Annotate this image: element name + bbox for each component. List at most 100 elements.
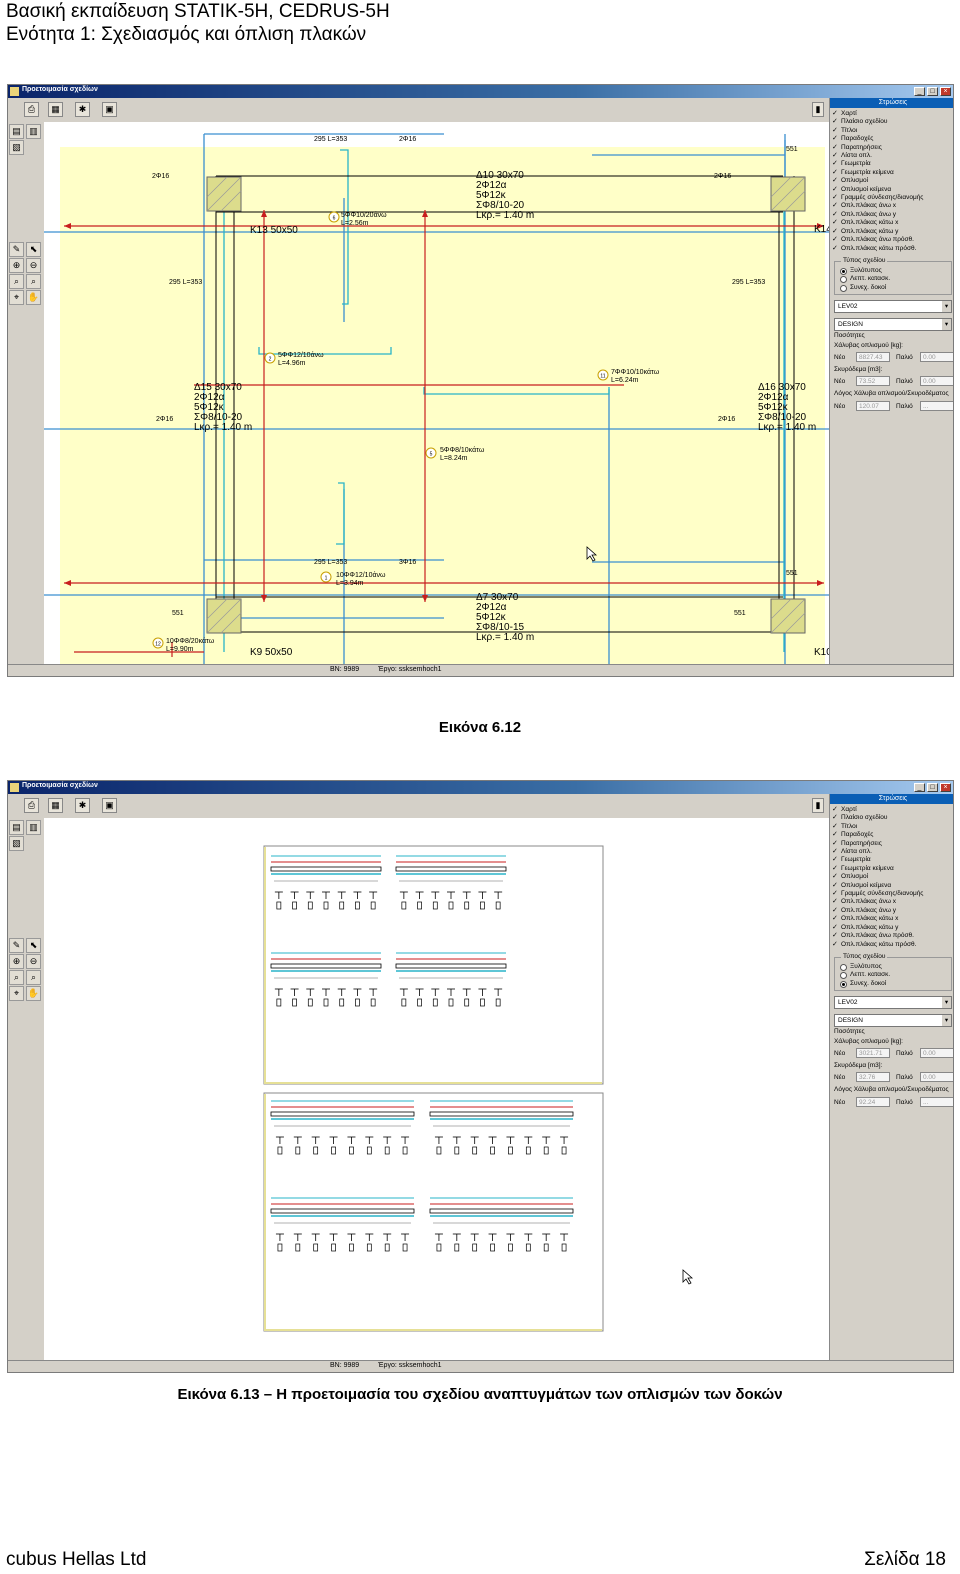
table-edit-icon[interactable]: ▦ xyxy=(48,798,63,813)
layer-item[interactable]: Παρατηρήσεις xyxy=(830,840,953,849)
settings-icon[interactable]: ✱ xyxy=(75,798,90,813)
panel-title: Στρώσεις xyxy=(830,794,953,804)
layer-item[interactable]: Πλαίσιο σχεδίου xyxy=(830,118,953,127)
panel-toggle-icon[interactable]: ▮ xyxy=(812,798,824,813)
left-toolbox: ▤ ▥ ▧ ✎ ⬉ ⊕ ⊖ ⌕ ⌕ ⌖ ✋ xyxy=(8,818,44,1361)
layer-item[interactable]: Οπλισμοί κείμενα xyxy=(830,882,953,891)
layer-item[interactable]: Οπλ.πλάκας κάτω x xyxy=(830,219,953,228)
minimize-button[interactable]: _ xyxy=(914,783,925,792)
status-bar: BN: 9989 Έργο: ssksemhoch1 xyxy=(8,1360,953,1372)
save-icon[interactable]: ▤ xyxy=(9,124,24,139)
panel-toggle-icon[interactable]: ▮ xyxy=(812,102,824,117)
zoom-prev-icon[interactable]: ⌖ xyxy=(9,290,24,305)
status-project: Έργο: ssksemhoch1 xyxy=(378,1362,442,1369)
steel-old-field: 0.00 xyxy=(920,351,953,362)
figure-caption-1: Εικόνα 6.12 xyxy=(438,719,522,736)
copy-icon[interactable]: ▧ xyxy=(9,836,24,851)
layer-item[interactable]: Γεωμετρία xyxy=(830,160,953,169)
layer-item[interactable]: Οπλ.πλάκας άνω x xyxy=(830,202,953,211)
select-icon[interactable]: ⬉ xyxy=(26,242,41,257)
zoom-in-icon[interactable]: ⊕ xyxy=(9,954,24,969)
layer-item[interactable]: Οπλ.πλάκας κάτω πρόσθ. xyxy=(830,245,953,254)
zoom-window-icon[interactable]: ⌕ xyxy=(9,970,24,985)
layer-item[interactable]: Οπλισμοί κείμενα xyxy=(830,186,953,195)
print-preview-icon[interactable]: ▥ xyxy=(26,820,41,835)
close-button[interactable]: × xyxy=(940,783,951,792)
ratio-row: Νέο 92.24 Παλιό ... xyxy=(834,1096,953,1110)
select-icon[interactable]: ⬉ xyxy=(26,938,41,953)
bar-label: L=6.24m xyxy=(611,377,639,384)
layer-item[interactable]: Οπλ.πλάκας κάτω y xyxy=(830,924,953,933)
layer-item[interactable]: Τίτλοι xyxy=(830,823,953,832)
maximize-button[interactable]: □ xyxy=(927,87,938,96)
zoom-out-icon[interactable]: ⊖ xyxy=(26,954,41,969)
radio-detail[interactable]: Λεπτ. κατασκ. xyxy=(838,971,948,980)
level-select[interactable]: LEV02 xyxy=(834,300,952,314)
layer-item[interactable]: Οπλ.πλάκας κάτω x xyxy=(830,915,953,924)
print-icon[interactable]: ⎙ xyxy=(24,798,39,813)
dim-label: 2Φ16 xyxy=(714,173,731,180)
layer-item[interactable]: Γεωμετρία xyxy=(830,856,953,865)
layer-item[interactable]: Πλαίσιο σχεδίου xyxy=(830,814,953,823)
radio-formwork[interactable]: Ξυλότυπος xyxy=(838,963,948,972)
old-label: Παλιό xyxy=(896,1049,913,1057)
design-select[interactable]: DESIGN xyxy=(834,318,952,332)
old-label: Παλιό xyxy=(896,402,913,410)
new-label: Νέο xyxy=(834,1098,846,1106)
layer-item[interactable]: Παρατηρήσεις xyxy=(830,144,953,153)
dim-label: 2Φ16 xyxy=(718,416,735,423)
layer-item[interactable]: Οπλ.πλάκας άνω x xyxy=(830,898,953,907)
bar-label: L=9.90m xyxy=(166,646,194,653)
export-icon[interactable]: ▣ xyxy=(102,102,117,117)
print-icon[interactable]: ⎙ xyxy=(24,102,39,117)
beam-label: Lκρ.= 1.40 m xyxy=(194,422,252,433)
pan-hand-icon[interactable]: ✋ xyxy=(26,986,41,1001)
save-icon[interactable]: ▤ xyxy=(9,820,24,835)
zoom-window-icon[interactable]: ⌕ xyxy=(9,274,24,289)
pencil-icon[interactable]: ✎ xyxy=(9,242,24,257)
minimize-button[interactable]: _ xyxy=(914,87,925,96)
layer-item[interactable]: Τίτλοι xyxy=(830,127,953,136)
drawing-canvas[interactable] xyxy=(44,818,829,1361)
radio-formwork[interactable]: Ξυλότυπος xyxy=(838,267,948,276)
design-select[interactable]: DESIGN xyxy=(834,1014,952,1028)
zoom-prev-icon[interactable]: ⌖ xyxy=(9,986,24,1001)
layer-item[interactable]: Οπλ.πλάκας άνω πρόσθ. xyxy=(830,932,953,941)
pencil-icon[interactable]: ✎ xyxy=(9,938,24,953)
zoom-all-icon[interactable]: ⌕ xyxy=(26,970,41,985)
footer-page-number: Σελίδα 18 xyxy=(864,1549,946,1570)
radio-detail[interactable]: Λεπτ. κατασκ. xyxy=(838,275,948,284)
layer-item[interactable]: Οπλισμοί xyxy=(830,177,953,186)
radio-continuous-beams[interactable]: Συνεχ. δοκοί xyxy=(838,284,948,293)
print-preview-icon[interactable]: ▥ xyxy=(26,124,41,139)
layer-item[interactable]: Οπλισμοί xyxy=(830,873,953,882)
status-project: Έργο: ssksemhoch1 xyxy=(378,666,442,673)
layer-item[interactable]: Παραδοχές xyxy=(830,831,953,840)
zoom-in-icon[interactable]: ⊕ xyxy=(9,258,24,273)
zoom-out-icon[interactable]: ⊖ xyxy=(26,258,41,273)
layer-item[interactable]: Οπλ.πλάκας κάτω πρόσθ. xyxy=(830,941,953,950)
copy-icon[interactable]: ▧ xyxy=(9,140,24,155)
radio-continuous-beams[interactable]: Συνεχ. δοκοί xyxy=(838,980,948,989)
close-button[interactable]: × xyxy=(940,87,951,96)
layer-item[interactable]: Γεωμετρία κείμενα xyxy=(830,169,953,178)
ratio-label: Λόγος Χάλυβα οπλισμού/Σκυροδέματος xyxy=(834,390,949,398)
layer-item[interactable]: Παραδοχές xyxy=(830,135,953,144)
export-icon[interactable]: ▣ xyxy=(102,798,117,813)
layer-item[interactable]: Οπλ.πλάκας άνω πρόσθ. xyxy=(830,236,953,245)
bar-number: 11 xyxy=(600,374,605,380)
column-label: K10 xyxy=(814,647,829,658)
beam-elevation xyxy=(429,1208,574,1214)
zoom-all-icon[interactable]: ⌕ xyxy=(26,274,41,289)
new-label: Νέο xyxy=(834,1049,846,1057)
concrete-new-field: 32.76 xyxy=(856,1072,890,1083)
settings-icon[interactable]: ✱ xyxy=(75,102,90,117)
layer-item[interactable]: Γεωμετρία κείμενα xyxy=(830,865,953,874)
table-edit-icon[interactable]: ▦ xyxy=(48,102,63,117)
level-select[interactable]: LEV02 xyxy=(834,996,952,1010)
layer-item[interactable]: Οπλ.πλάκας κάτω y xyxy=(830,228,953,237)
maximize-button[interactable]: □ xyxy=(927,783,938,792)
pan-hand-icon[interactable]: ✋ xyxy=(26,290,41,305)
dim-label: 295 L=353 xyxy=(314,559,347,566)
drawing-canvas[interactable]: 6 2 11 5 1 12 295 L=353 2Φ16 551 2Φ16 2Φ… xyxy=(44,122,829,665)
